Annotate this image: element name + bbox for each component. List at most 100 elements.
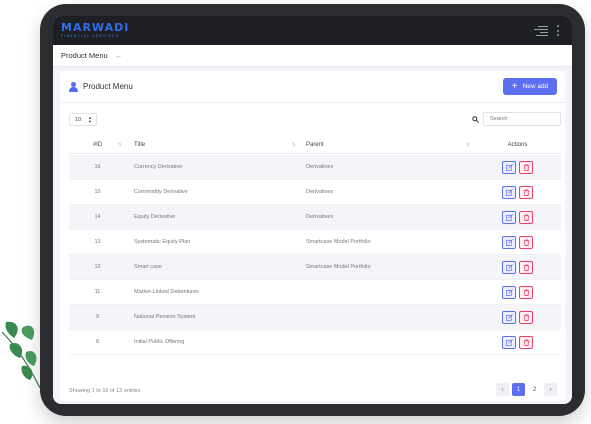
tablet-frame: MARWADI FINANCIAL SERVICES Product Menu … <box>40 4 585 416</box>
edit-button[interactable] <box>502 185 516 199</box>
cell-id: 14 <box>94 214 101 220</box>
page-button-2[interactable]: 2 <box>528 383 541 396</box>
cell-parent <box>300 330 474 355</box>
new-add-button[interactable]: + New add <box>503 78 557 95</box>
cell-id: 12 <box>94 264 101 270</box>
col-header-actions: Actions <box>474 137 561 154</box>
delete-button[interactable] <box>519 260 533 274</box>
table-row: 15 Commodity Derivative Derivatives <box>69 180 561 205</box>
new-add-label: New add <box>522 83 549 90</box>
edit-button[interactable] <box>502 310 516 324</box>
col-header-title-label: Title <box>134 142 146 148</box>
cell-id: 9 <box>95 314 100 320</box>
row-actions <box>474 330 561 355</box>
cell-id: 15 <box>94 189 101 195</box>
cell-title: Currency Derivative <box>134 164 183 170</box>
product-menu-card: Product Menu + New add 10 ▲ ▼ Search #ID… <box>60 71 565 401</box>
col-header-title[interactable]: Title ⇅ <box>126 137 300 154</box>
row-actions <box>474 155 561 180</box>
cell-parent: Derivatives <box>306 214 334 220</box>
table-row: 13 Systematic Equity Plan Smartcase Mode… <box>69 230 561 255</box>
page-length-select[interactable]: 10 ▲ ▼ <box>69 113 97 126</box>
cell-title: Market-Linked Debentures <box>134 289 199 295</box>
table-row: 12 Smart case Smartcase Model Portfolio <box>69 255 561 280</box>
cell-parent: Derivatives <box>306 189 334 195</box>
table-header: #ID ⇅ Title ⇅ Parent ⇅ Actions <box>69 137 561 154</box>
trash-icon <box>523 163 529 171</box>
trash-icon <box>523 213 529 221</box>
user-icon <box>69 81 78 92</box>
edit-icon <box>505 338 513 346</box>
edit-icon <box>505 288 513 296</box>
sort-icon: ⇅ <box>465 141 470 148</box>
trash-icon <box>523 188 529 196</box>
cell-parent <box>300 305 474 330</box>
stage: MARWADI FINANCIAL SERVICES Product Menu … <box>0 0 591 424</box>
edit-button[interactable] <box>502 335 516 349</box>
col-header-actions-label: Actions <box>507 142 528 148</box>
edit-button[interactable] <box>502 235 516 249</box>
table-row: 8 Initial Public Offering <box>69 330 561 355</box>
delete-button[interactable] <box>519 160 533 174</box>
col-header-id[interactable]: #ID ⇅ <box>69 137 126 154</box>
cell-title: Smart case <box>134 264 162 270</box>
table-row: 14 Equity Derivative Derivatives <box>69 205 561 230</box>
more-options-icon[interactable] <box>556 25 560 36</box>
row-actions <box>474 255 561 280</box>
select-arrows-icon: ▲ ▼ <box>88 115 92 124</box>
cell-title: Commodity Derivative <box>134 189 188 195</box>
cell-parent: Smartcase Model Portfolio <box>306 239 371 245</box>
delete-button[interactable] <box>519 310 533 324</box>
edit-button[interactable] <box>502 260 516 274</box>
delete-button[interactable] <box>519 185 533 199</box>
cell-parent <box>300 280 474 305</box>
arrow-left-icon[interactable]: ← <box>115 51 123 60</box>
row-actions <box>474 180 561 205</box>
brand-logo[interactable]: MARWADI FINANCIAL SERVICES <box>61 22 129 39</box>
edit-button[interactable] <box>502 160 516 174</box>
table-row: 9 National Pension System <box>69 305 561 330</box>
chevron-left-icon: ‹ <box>501 386 504 393</box>
pagination: ‹ 1 2 › <box>496 383 557 396</box>
sort-icon: ⇅ <box>291 141 296 148</box>
page-length-value: 10 <box>75 116 82 123</box>
edit-icon <box>505 163 513 171</box>
prev-page-button[interactable]: ‹ <box>496 383 509 396</box>
trash-icon <box>523 338 529 346</box>
col-header-id-label: #ID <box>92 142 103 148</box>
edit-button[interactable] <box>502 285 516 299</box>
table-body: 16 Currency Derivative Derivatives 15 Co… <box>69 155 561 355</box>
brand-subtitle: FINANCIAL SERVICES <box>61 34 120 38</box>
col-header-parent-label: Parent <box>306 142 324 148</box>
cell-title: National Pension System <box>134 314 196 320</box>
next-page-button[interactable]: › <box>544 383 557 396</box>
page-button-1[interactable]: 1 <box>512 383 525 396</box>
cell-title: Equity Derivative <box>134 214 176 220</box>
card-header: Product Menu + New add <box>60 71 565 103</box>
trash-icon <box>523 263 529 271</box>
trash-icon <box>523 238 529 246</box>
trash-icon <box>523 288 529 296</box>
trash-icon <box>523 313 529 321</box>
delete-button[interactable] <box>519 335 533 349</box>
delete-button[interactable] <box>519 235 533 249</box>
hamburger-menu-icon[interactable] <box>534 25 548 36</box>
delete-button[interactable] <box>519 285 533 299</box>
table-info: Showing 1 to 10 of 13 entries <box>69 388 141 394</box>
edit-button[interactable] <box>502 210 516 224</box>
row-actions <box>474 205 561 230</box>
plus-icon: + <box>511 80 518 92</box>
search-icon <box>472 116 479 123</box>
table-row: 11 Market-Linked Debentures <box>69 280 561 305</box>
cell-id: 16 <box>94 164 101 170</box>
sort-icon: ⇅ <box>117 141 122 148</box>
col-header-parent[interactable]: Parent ⇅ <box>300 137 474 154</box>
search-input[interactable] <box>483 112 561 126</box>
edit-icon <box>505 188 513 196</box>
cell-id: 11 <box>94 289 101 295</box>
edit-icon <box>505 313 513 321</box>
card-title: Product Menu <box>83 82 133 91</box>
cell-parent: Derivatives <box>306 164 334 170</box>
delete-button[interactable] <box>519 210 533 224</box>
row-actions <box>474 230 561 255</box>
